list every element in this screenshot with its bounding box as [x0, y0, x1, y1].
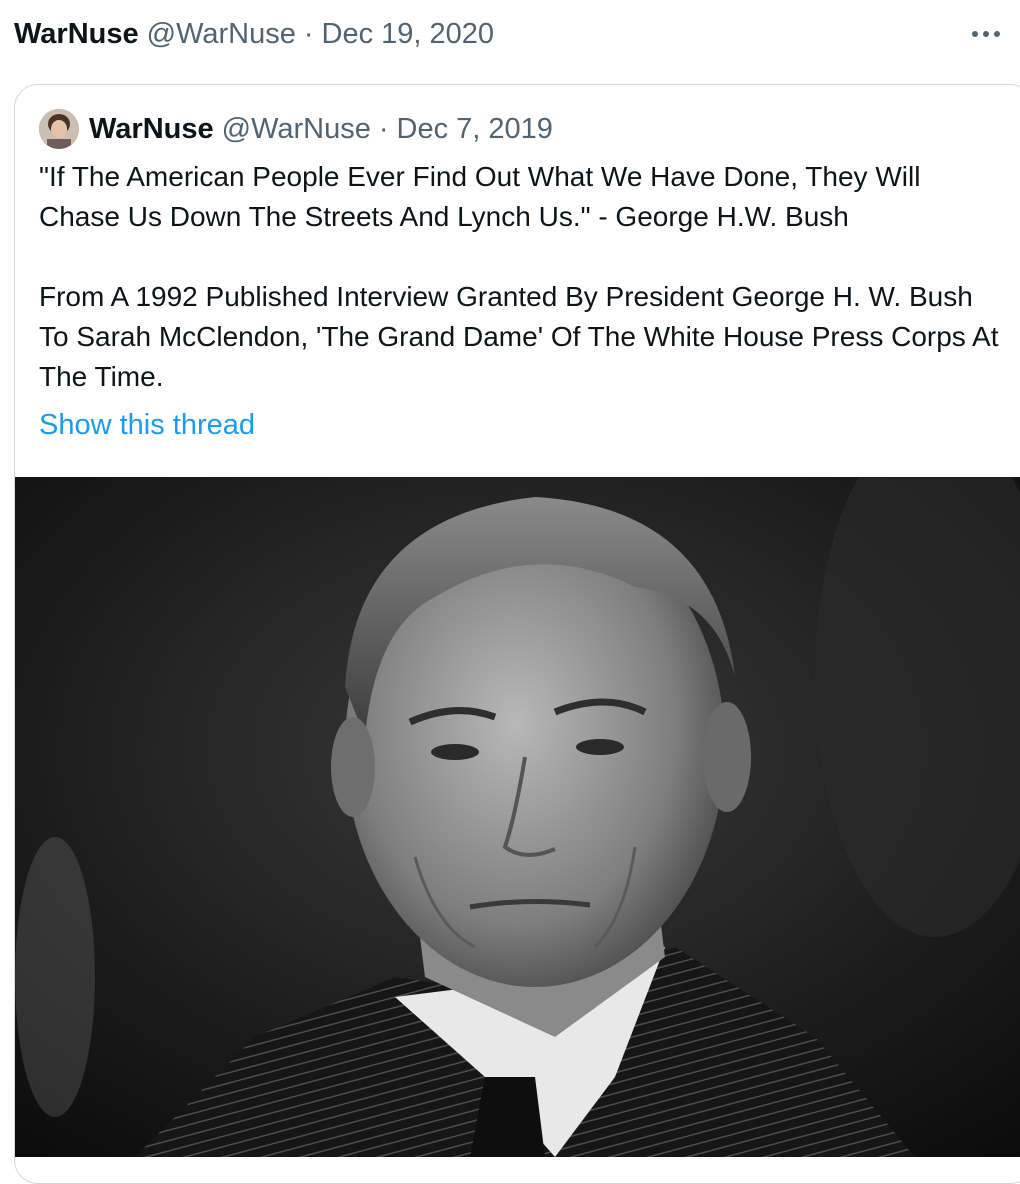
quote-paragraph: From A 1992 Published Interview Granted …: [39, 281, 999, 392]
tweet-media-photo[interactable]: [15, 477, 1020, 1157]
meta-separator: ·: [303, 18, 314, 50]
quote-paragraph: "If The American People Ever Find Out Wh…: [39, 161, 921, 232]
quoted-tweet-card[interactable]: WarNuse @WarNuse · Dec 7, 2019 "If The A…: [14, 84, 1020, 1184]
avatar[interactable]: [39, 109, 79, 149]
more-horizontal-icon[interactable]: [966, 14, 1006, 54]
author-name[interactable]: WarNuse: [14, 14, 139, 54]
show-thread-link[interactable]: Show this thread: [39, 405, 255, 445]
author-handle[interactable]: @WarNuse: [147, 14, 296, 54]
quoted-tweet-header: WarNuse @WarNuse · Dec 7, 2019: [39, 107, 553, 151]
quoted-tweet-date[interactable]: Dec 7, 2019: [397, 113, 553, 146]
tweet-header: WarNuse @WarNuse · Dec 19, 2020: [14, 14, 1006, 54]
meta-separator: ·: [378, 112, 389, 145]
quoted-author-name[interactable]: WarNuse: [89, 113, 214, 146]
quoted-author-handle[interactable]: @WarNuse: [222, 113, 371, 146]
quoted-tweet-text: "If The American People Ever Find Out Wh…: [39, 157, 999, 397]
tweet-date[interactable]: Dec 19, 2020: [322, 14, 495, 54]
